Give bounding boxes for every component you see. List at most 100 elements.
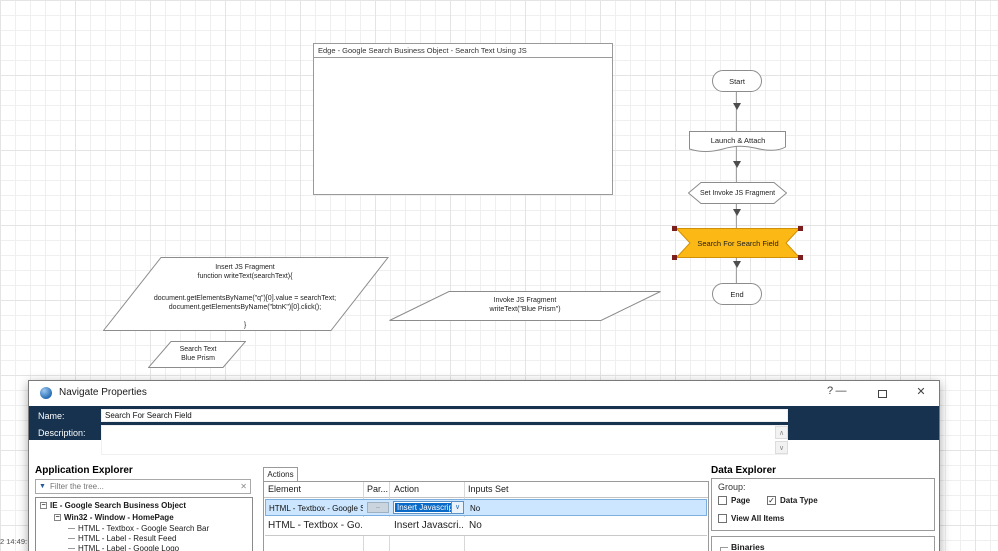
navigate-properties-dialog: Navigate Properties ? — ✕ Name: Descript… (28, 380, 940, 551)
scroll-up-icon: ∧ (779, 429, 784, 437)
application-explorer-tree: −IE - Google Search Business Object −Win… (35, 497, 253, 551)
flow-stage-end[interactable]: End (712, 283, 762, 305)
params-ellipsis-button[interactable]: .. (367, 502, 389, 513)
tree-branch-line (720, 547, 728, 551)
selection-handle[interactable] (672, 255, 677, 260)
tab-actions[interactable]: Actions (263, 467, 298, 481)
name-label: Name: (38, 411, 65, 421)
stage-label: End (730, 290, 743, 299)
checkbox-page[interactable]: Page (718, 496, 750, 505)
tree-item-label: HTML - Textbox - Google Search Bar (78, 524, 209, 533)
checkbox-label: Page (731, 496, 750, 505)
selection-handle[interactable] (798, 226, 803, 231)
arrowhead (733, 103, 741, 110)
stage-label: Start (729, 77, 745, 86)
checkbox-box[interactable] (718, 496, 727, 505)
filter-clear-icon[interactable]: ✕ (240, 482, 247, 491)
application-explorer-title: Application Explorer (35, 465, 133, 476)
ellipsis-icon: .. (376, 503, 380, 510)
collapse-icon[interactable]: − (40, 502, 47, 509)
data-explorer-title: Data Explorer (711, 465, 776, 476)
invoke-js-line: Invoke JS Fragment (430, 296, 620, 305)
table-row[interactable]: HTML - Textbox - Go... Insert Javascri..… (265, 517, 707, 536)
edge-object-group-box: Edge - Google Search Business Object - S… (313, 43, 613, 195)
search-text-data-text: Search Text Blue Prism (158, 345, 238, 363)
stage-label-launch-attach: Launch & Attach (689, 132, 787, 148)
col-header-action[interactable]: Action (394, 484, 419, 494)
flow-stage-start[interactable]: Start (712, 70, 762, 92)
col-header-element[interactable]: Element (268, 484, 301, 494)
action-dropdown[interactable]: Insert Javascrip ∨ (393, 501, 464, 514)
insert-js-line: document.getElementsByName("q")[0].value… (120, 294, 370, 303)
blue-prism-icon (40, 387, 52, 399)
checkbox-box[interactable] (718, 514, 727, 523)
name-description-band: Name: Description: ∧ ∨ (29, 406, 939, 440)
cell-element: HTML - Textbox - Google Sear (269, 504, 363, 513)
cell-action: Insert Javascri.. (394, 520, 463, 531)
tree-item-search-bar[interactable]: HTML - Textbox - Google Search Bar (68, 524, 209, 534)
cell-inputs-set: No (470, 504, 480, 513)
dialog-title: Navigate Properties (59, 387, 147, 398)
tree-tick (68, 548, 75, 549)
insert-js-line: document.getElementsByName("btnK")[0].cl… (120, 303, 370, 312)
search-text-line: Search Text (158, 345, 238, 354)
stage-label-set-invoke: Set Invoke JS Fragment (688, 182, 787, 204)
tree-item-label: HTML - Label - Google Logo (78, 544, 179, 551)
filter-box: ▼ ✕ (35, 479, 251, 494)
col-header-inputs-set[interactable]: Inputs Set (468, 484, 509, 494)
tree-item-label: Win32 - Window - HomePage (64, 513, 174, 522)
description-scroll-up[interactable]: ∧ (775, 426, 788, 439)
tree-item-label: IE - Google Search Business Object (50, 501, 186, 510)
tree-item-google-logo[interactable]: HTML - Label - Google Logo (68, 544, 179, 551)
filter-tree-input[interactable] (50, 481, 232, 492)
insert-js-title: Insert JS Fragment (120, 263, 370, 272)
action-dropdown-value: Insert Javascrip (395, 503, 455, 512)
checkbox-box-checked[interactable]: ✓ (767, 496, 776, 505)
tree-item-result-feed[interactable]: HTML - Label - Result Feed (68, 534, 176, 544)
name-input[interactable] (101, 409, 788, 422)
cell-element: HTML - Textbox - Go... (268, 520, 362, 531)
dialog-titlebar[interactable]: Navigate Properties ? — ✕ (29, 381, 939, 406)
arrowhead (733, 261, 741, 268)
scroll-down-icon: ∨ (779, 444, 784, 452)
tree-item-root[interactable]: −IE - Google Search Business Object (40, 501, 186, 511)
chevron-down-icon[interactable]: ∨ (451, 502, 463, 513)
insert-js-line: function writeText(searchText){ (120, 272, 370, 281)
tree-item-binaries[interactable]: Binaries (731, 542, 765, 551)
tree-tick (68, 528, 75, 529)
table-row-selected[interactable]: HTML - Textbox - Google Sear .. Insert J… (265, 499, 707, 516)
checkbox-label: Data Type (780, 496, 818, 505)
selection-handle[interactable] (798, 255, 803, 260)
cell-inputs-set: No (469, 520, 482, 531)
tree-tick (68, 538, 75, 539)
actions-table: Element Par... Action Inputs Set HTML - … (263, 481, 709, 551)
stage-label-search-field: Search For Search Field (676, 228, 800, 258)
group-box-title: Edge - Google Search Business Object - S… (314, 44, 612, 58)
invoke-js-fragment-text: Invoke JS Fragment writeText("Blue Prism… (430, 296, 620, 314)
data-explorer-tree: Binaries (711, 536, 935, 551)
arrowhead (733, 209, 741, 216)
insert-js-line: } (120, 321, 370, 330)
col-header-params[interactable]: Par... (367, 484, 388, 494)
insert-js-fragment-text: Insert JS Fragment function writeText(se… (120, 263, 370, 330)
invoke-js-line: writeText("Blue Prism") (430, 305, 620, 314)
collapse-icon[interactable]: − (54, 514, 61, 521)
maximize-button[interactable] (878, 390, 887, 398)
checkbox-label: View All Items (731, 514, 784, 523)
data-explorer-group-box: Group: Page ✓ Data Type View All Items (711, 478, 935, 531)
checkbox-view-all-items[interactable]: View All Items (718, 514, 784, 523)
selection-handle[interactable] (672, 226, 677, 231)
filter-funnel-icon: ▼ (39, 483, 46, 490)
group-label: Group: (718, 482, 746, 492)
tree-item-label: HTML - Label - Result Feed (78, 534, 176, 543)
minimize-button[interactable]: — (833, 385, 849, 397)
description-scroll-down[interactable]: ∨ (775, 441, 788, 454)
arrowhead (733, 161, 741, 168)
checkbox-data-type[interactable]: ✓ Data Type (767, 496, 818, 505)
search-text-line: Blue Prism (158, 354, 238, 363)
description-input[interactable] (101, 425, 788, 455)
actions-table-header: Element Par... Action Inputs Set (264, 482, 708, 498)
close-button[interactable]: ✕ (913, 385, 929, 398)
timestamp-fragment: 2 14:49: (0, 537, 27, 546)
tree-item-window[interactable]: −Win32 - Window - HomePage (54, 513, 174, 523)
